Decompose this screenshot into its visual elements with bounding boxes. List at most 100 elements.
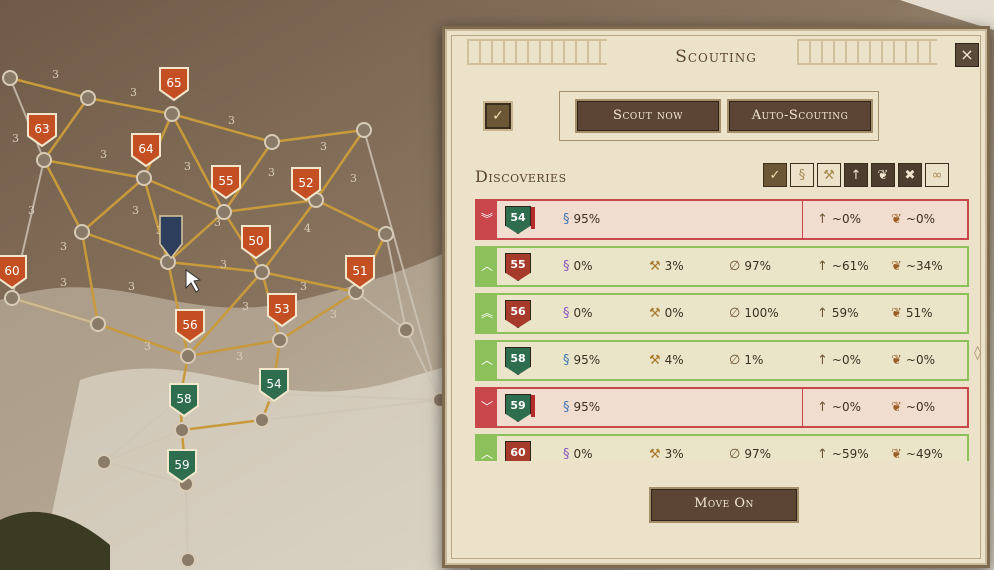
filter-resource-icon[interactable]: ❦ <box>871 163 895 187</box>
discovery-row[interactable]: ︿ 55 § 0% ⚒ 3% ∅ 97% ↑ ~61% ❦ ~34% <box>475 246 969 287</box>
discovery-row[interactable]: ︾ 54 § 95% ↑ ~0% ❦ ~0% <box>475 199 969 240</box>
empty-set-icon: ∅ <box>729 353 741 368</box>
discoveries-list[interactable]: ︾ 54 § 95% ↑ ~0% ❦ ~0% ︿ 55 § 0% ⚒ 3% ∅ 97% ↑ ~61% ❦ ~34% ︽ 5… <box>475 199 969 461</box>
map-node[interactable] <box>96 454 112 470</box>
map-node[interactable] <box>160 254 176 270</box>
resource-chance: ❦ ~0% <box>891 400 935 415</box>
chevron-up-icon[interactable]: ︽ <box>477 295 497 332</box>
empty-set-icon: ∅ <box>729 259 741 274</box>
axe-chance: ⚒ 0% <box>649 306 684 321</box>
map-node[interactable] <box>36 152 52 168</box>
scroll-chance: § 95% <box>563 353 601 368</box>
map-node[interactable] <box>254 412 270 428</box>
null-chance: ∅ 97% <box>729 447 771 461</box>
chevron-up-icon[interactable]: ︿ <box>477 342 497 379</box>
move-on-button[interactable]: Move On <box>651 489 797 521</box>
axe-chance: ⚒ 3% <box>649 259 684 274</box>
map-node[interactable] <box>272 332 288 348</box>
map-node[interactable] <box>90 316 106 332</box>
map-node[interactable] <box>4 290 20 306</box>
axe-icon: ⚒ <box>649 259 661 274</box>
map-node[interactable] <box>174 422 190 438</box>
route-cost: 3 <box>228 114 235 127</box>
discovery-row[interactable]: ︿ 60 § 0% ⚒ 3% ∅ 97% ↑ ~59% ❦ ~49% <box>475 434 969 461</box>
route-cost: 3 <box>350 172 357 185</box>
route-cost: 3 <box>320 140 327 153</box>
arrow-up-icon: ↑ <box>817 447 828 461</box>
resource-icon: ❦ <box>891 447 902 461</box>
map-node[interactable] <box>378 226 394 242</box>
axe-icon: ⚒ <box>649 447 661 461</box>
auto-scout-checkbox[interactable]: ✓ <box>485 103 511 129</box>
arrow-chance: ↑ ~0% <box>817 353 861 368</box>
arrow-up-icon: ↑ <box>817 306 828 321</box>
route-cost: 3 <box>144 340 151 353</box>
resource-chance: ❦ ~0% <box>891 353 935 368</box>
scroll-chance: § 95% <box>563 400 601 415</box>
axe-icon: ⚒ <box>649 306 661 321</box>
banner-label: 55 <box>218 174 233 188</box>
map-node[interactable] <box>264 134 280 150</box>
chevron-up-icon[interactable]: ︿ <box>477 436 497 461</box>
banner-label: 53 <box>274 302 289 316</box>
arrow-up-icon: ↑ <box>817 400 828 415</box>
auto-scouting-button[interactable]: Auto-Scouting <box>729 101 871 131</box>
filter-axe-icon[interactable]: ⚒ <box>817 163 841 187</box>
resource-chance: ❦ ~34% <box>891 259 943 274</box>
level-shield: 59 <box>505 394 531 422</box>
map-node[interactable] <box>180 348 196 364</box>
scout-now-button[interactable]: Scout now <box>577 101 719 131</box>
filter-scroll-icon[interactable]: § <box>790 163 814 187</box>
banner-label: 52 <box>298 176 313 190</box>
scroll-icon: § <box>563 353 570 368</box>
discovery-row[interactable]: ︽ 56 § 0% ⚒ 0% ∅ 100% ↑ 59% ❦ 51% <box>475 293 969 334</box>
filter-crossed-shield-icon[interactable]: ✖ <box>898 163 922 187</box>
resource-icon: ❦ <box>891 306 902 321</box>
chevron-up-icon[interactable]: ︿ <box>477 248 497 285</box>
route-cost: 2 <box>250 434 257 447</box>
map-node[interactable] <box>136 170 152 186</box>
map-node[interactable] <box>254 264 270 280</box>
scroll-chance: § 95% <box>563 212 601 227</box>
map-node[interactable] <box>80 90 96 106</box>
filter-infinity-icon[interactable]: ∞ <box>925 163 949 187</box>
arrow-chance: ↑ ~0% <box>817 212 861 227</box>
banner-label: 54 <box>266 377 281 391</box>
chevron-down-icon[interactable]: ︾ <box>477 201 497 238</box>
banner-label: 65 <box>166 76 181 90</box>
empty-set-icon: ∅ <box>729 447 741 461</box>
route-cost: 3 <box>236 350 243 363</box>
chevron-down-icon[interactable]: ﹀ <box>477 389 497 426</box>
map-node[interactable] <box>180 552 196 568</box>
route-cost: 3 <box>60 240 67 253</box>
map-node[interactable] <box>2 70 18 86</box>
route-cost: 3 <box>330 308 337 321</box>
discoveries-title: Discoveries <box>475 167 567 186</box>
route-cost: 3 <box>268 166 275 179</box>
filter-bar: ✓ § ⚒ ↑ ❦ ✖ ∞ <box>763 163 949 187</box>
arrow-chance: ↑ 59% <box>817 306 859 321</box>
map-node[interactable] <box>164 106 180 122</box>
banner-label: 59 <box>174 458 189 472</box>
arrow-up-icon: ↑ <box>817 212 828 227</box>
scroll-chance: § 0% <box>563 259 593 274</box>
map-node[interactable] <box>356 122 372 138</box>
map-node[interactable] <box>398 322 414 338</box>
banner-label: 60 <box>4 264 19 278</box>
scroll-icon: § <box>563 400 570 415</box>
filter-arrow-icon[interactable]: ↑ <box>844 163 868 187</box>
route-cost: 3 <box>132 204 139 217</box>
scroll-indicator-icon[interactable]: ◊ <box>974 345 981 361</box>
axe-chance: ⚒ 4% <box>649 353 684 368</box>
filter-check-icon[interactable]: ✓ <box>763 163 787 187</box>
map-node[interactable] <box>74 224 90 240</box>
scroll-icon: § <box>563 447 570 461</box>
discovery-row[interactable]: ︿ 58 § 95% ⚒ 4% ∅ 1% ↑ ~0% ❦ ~0% <box>475 340 969 381</box>
null-chance: ∅ 100% <box>729 306 779 321</box>
close-button[interactable]: × <box>955 43 979 67</box>
panel-title: Scouting <box>675 47 757 67</box>
route-cost: 3 <box>184 160 191 173</box>
resource-icon: ❦ <box>891 400 902 415</box>
discovery-row[interactable]: ﹀ 59 § 95% ↑ ~0% ❦ ~0% <box>475 387 969 428</box>
route-cost: 3 <box>242 300 249 313</box>
